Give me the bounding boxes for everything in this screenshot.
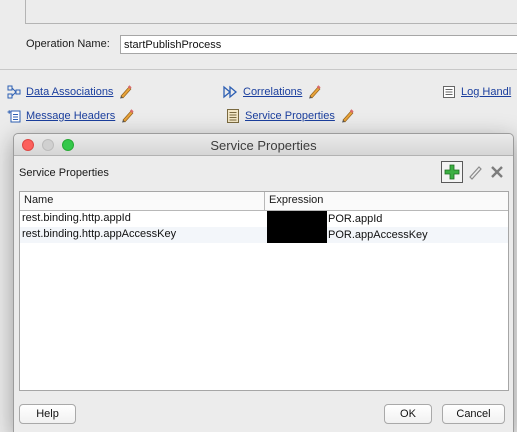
section-label: Service Properties bbox=[19, 167, 109, 179]
edit-correlations-icon[interactable] bbox=[307, 84, 322, 99]
redacted-block bbox=[267, 227, 327, 243]
operation-name-label: Operation Name: bbox=[26, 38, 110, 50]
separator bbox=[0, 69, 517, 70]
row-expression-cell: POR.appAccessKey bbox=[265, 227, 430, 243]
top-panel bbox=[25, 0, 517, 24]
data-associations-item: Data Associations bbox=[6, 84, 133, 99]
column-header-name[interactable]: Name bbox=[20, 192, 265, 210]
edit-message-headers-icon[interactable] bbox=[120, 108, 135, 123]
redacted-block bbox=[267, 211, 327, 227]
ok-button[interactable]: OK bbox=[384, 404, 432, 424]
data-associations-icon bbox=[6, 84, 21, 99]
edit-icon bbox=[469, 166, 482, 180]
data-associations-link[interactable]: Data Associations bbox=[26, 86, 113, 98]
service-properties-icon bbox=[225, 108, 240, 123]
delete-property-button[interactable] bbox=[486, 161, 508, 183]
dialog-title: Service Properties bbox=[210, 138, 317, 153]
service-properties-item: Service Properties bbox=[225, 108, 355, 123]
add-property-button[interactable] bbox=[441, 161, 463, 183]
message-headers-icon bbox=[6, 108, 21, 123]
table-row[interactable]: rest.binding.http.appId POR.appId bbox=[20, 211, 508, 227]
log-handlers-link[interactable]: Log Handl bbox=[461, 86, 511, 98]
log-handlers-icon bbox=[441, 84, 456, 99]
delete-icon bbox=[491, 166, 503, 178]
column-header-expression[interactable]: Expression bbox=[265, 192, 327, 210]
row-expression: POR.appAccessKey bbox=[328, 229, 428, 241]
operation-name-input[interactable] bbox=[120, 35, 517, 54]
table-header: Name Expression bbox=[20, 192, 508, 211]
row-expression: POR.appId bbox=[328, 213, 383, 225]
edit-property-button[interactable] bbox=[464, 161, 486, 183]
log-handlers-item: Log Handl bbox=[441, 84, 511, 99]
correlations-item: Correlations bbox=[223, 84, 322, 99]
help-button[interactable]: Help bbox=[19, 404, 76, 424]
row-expression-cell: POR.appId bbox=[265, 211, 384, 227]
message-headers-item: Message Headers bbox=[6, 108, 135, 123]
edit-data-associations-icon[interactable] bbox=[118, 84, 133, 99]
row-name: rest.binding.http.appAccessKey bbox=[22, 228, 177, 240]
service-properties-link[interactable]: Service Properties bbox=[245, 110, 335, 122]
dialog-titlebar: Service Properties bbox=[14, 134, 513, 156]
message-headers-link[interactable]: Message Headers bbox=[26, 110, 115, 122]
correlations-link[interactable]: Correlations bbox=[243, 86, 302, 98]
table-row[interactable]: rest.binding.http.appAccessKey POR.appAc… bbox=[20, 227, 508, 243]
cancel-button[interactable]: Cancel bbox=[442, 404, 505, 424]
correlations-icon bbox=[223, 84, 238, 99]
edit-service-properties-icon[interactable] bbox=[340, 108, 355, 123]
properties-table: Name Expression rest.binding.http.appId … bbox=[19, 191, 509, 391]
row-name: rest.binding.http.appId bbox=[22, 212, 131, 224]
service-properties-dialog: Service Properties Service Properties Na… bbox=[13, 133, 514, 432]
add-icon bbox=[444, 164, 460, 180]
